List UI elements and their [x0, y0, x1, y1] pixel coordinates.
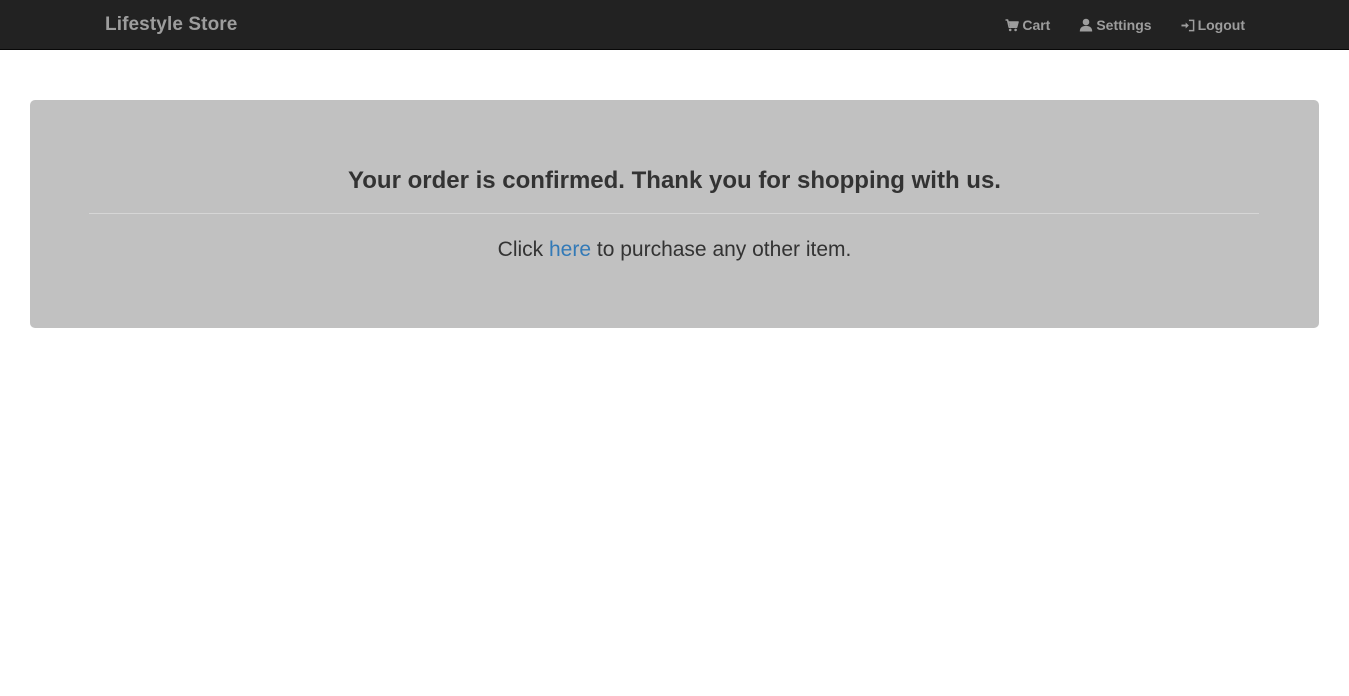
confirmation-panel — [30, 100, 1319, 328]
purchase-more-text: Click here to purchase any other item. — [0, 237, 1349, 263]
nav-item-label: Cart — [1022, 17, 1051, 33]
order-confirmed-heading: Your order is confirmed. Thank you for s… — [348, 167, 1001, 194]
navbar-right-menu: Cart Settings Logout — [1005, 0, 1245, 50]
top-navbar: Lifestyle Store Cart Settings Logout — [0, 0, 1349, 50]
shopping-cart-icon — [1005, 18, 1020, 32]
nav-item-label: Logout — [1197, 17, 1245, 33]
log-in-icon — [1181, 18, 1195, 32]
user-icon — [1079, 18, 1093, 32]
purchase-text-prefix: Click — [497, 238, 549, 261]
nav-item-label: Settings — [1096, 17, 1152, 33]
nav-item-settings[interactable]: Settings — [1079, 0, 1152, 50]
purchase-text-suffix: to purchase any other item. — [591, 238, 852, 261]
purchase-more-link[interactable]: here — [549, 238, 591, 261]
divider — [89, 213, 1259, 214]
nav-item-cart[interactable]: Cart — [1005, 0, 1050, 50]
brand-link[interactable]: Lifestyle Store — [105, 0, 237, 50]
nav-item-logout[interactable]: Logout — [1181, 0, 1245, 50]
